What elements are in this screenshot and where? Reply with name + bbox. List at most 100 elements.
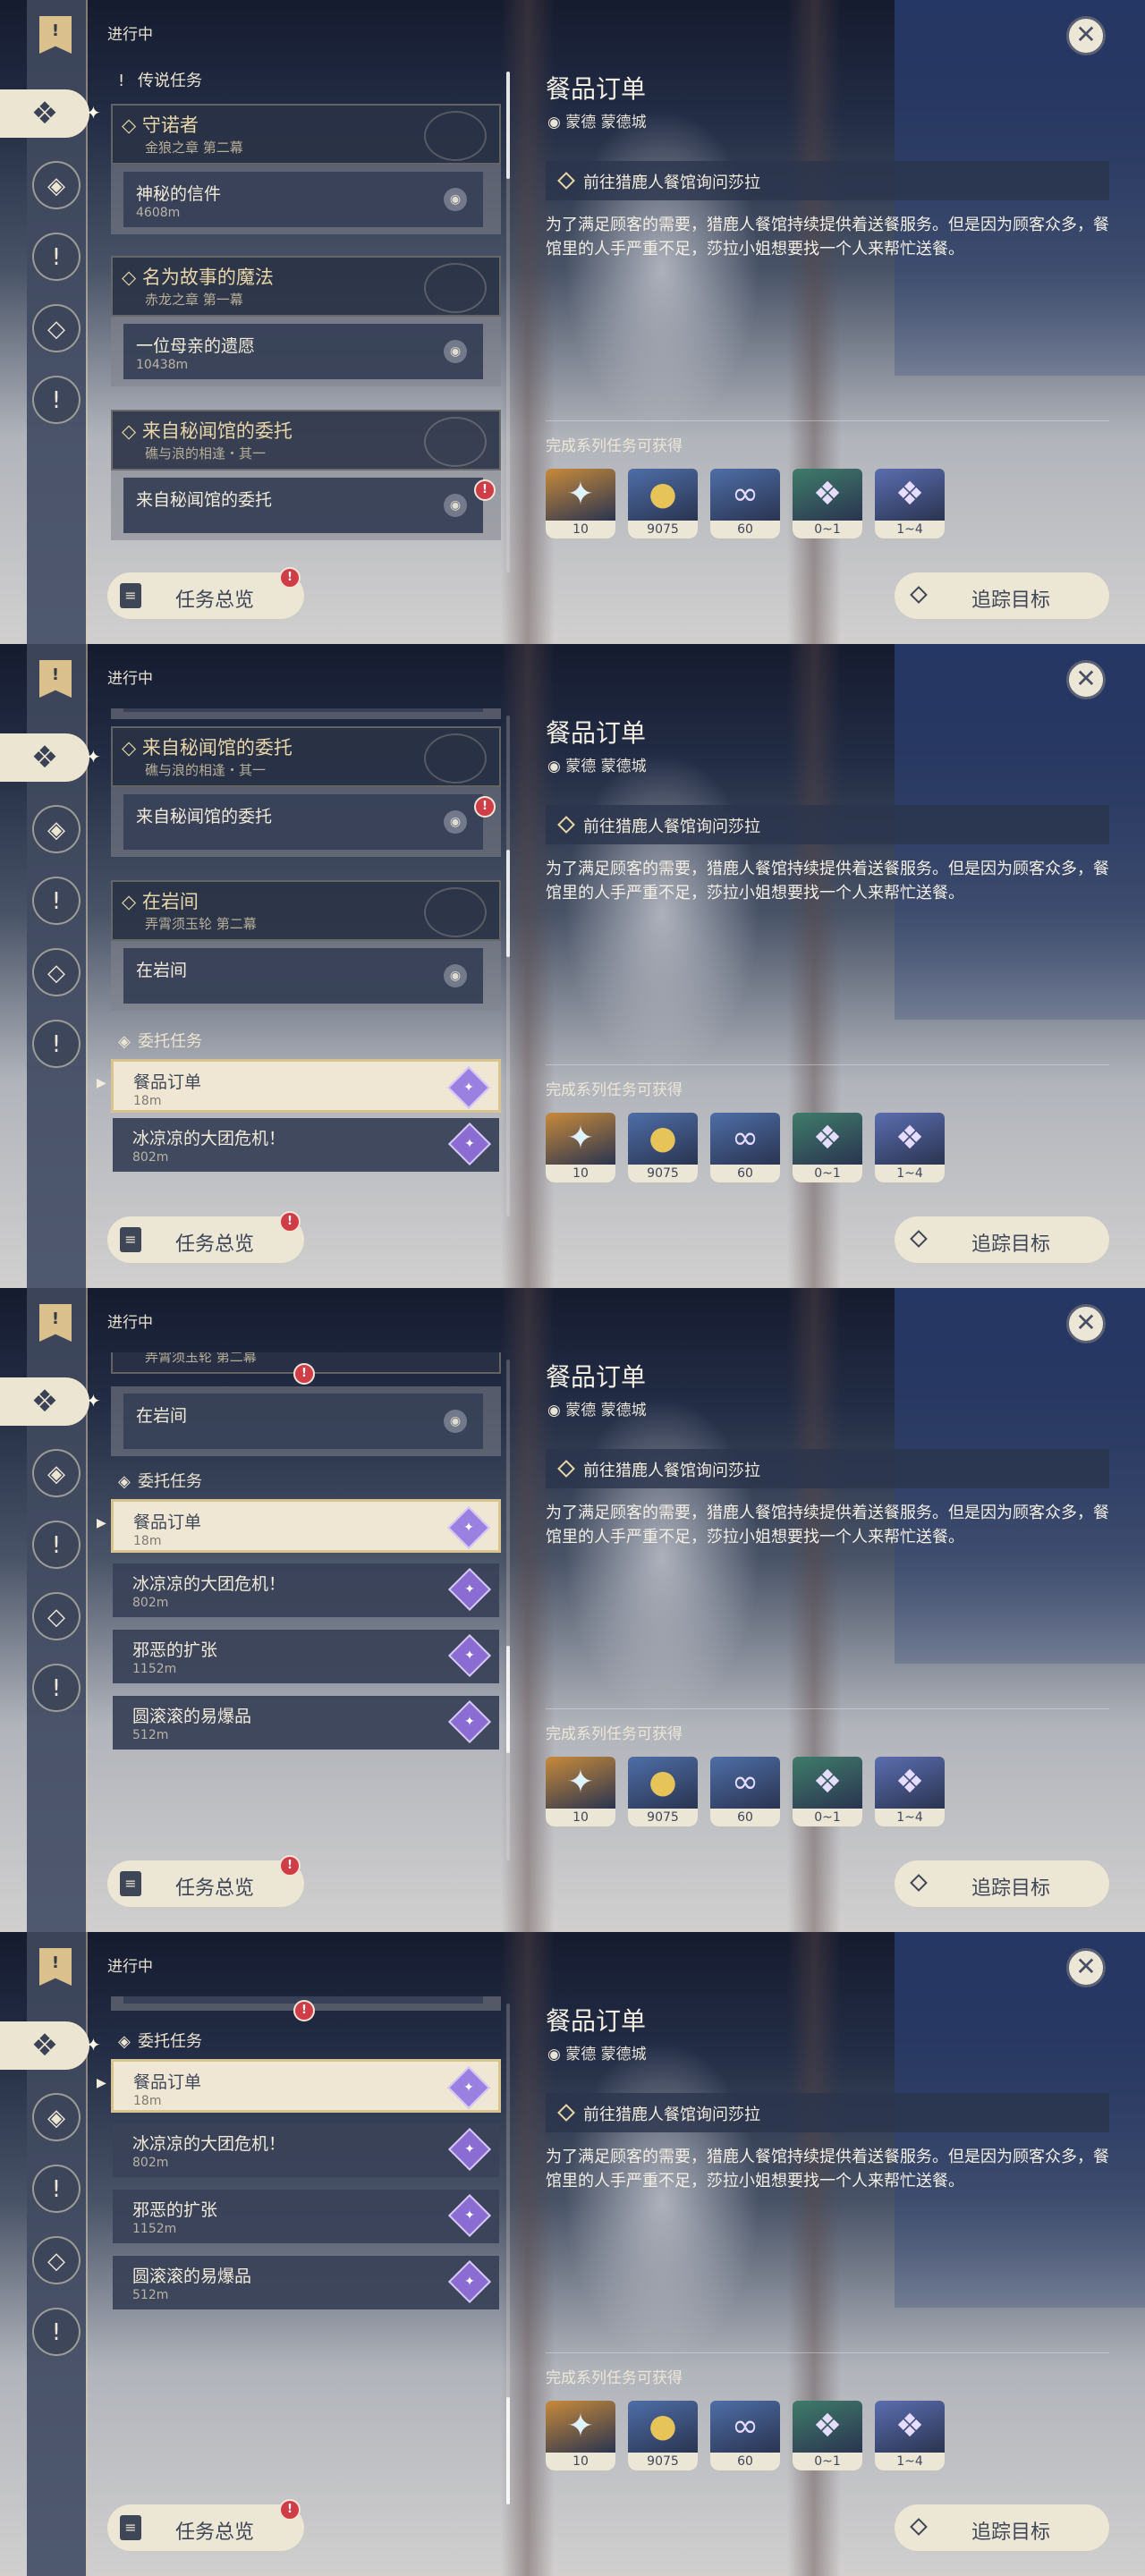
quest-item[interactable]: 来自秘闻馆的委托 ◉!	[111, 470, 501, 540]
chapter-card[interactable]: ◇ 来自秘闻馆的委托 礁与浪的相逢・其一	[111, 726, 501, 787]
track-diamond-icon	[910, 2518, 928, 2536]
nav-story-quests-icon[interactable]: !	[32, 2165, 81, 2213]
nav-world-quests-icon[interactable]: !	[32, 376, 81, 424]
map-pin-icon[interactable]: ◉	[444, 340, 467, 363]
reward-item[interactable]: ❖ 1~4	[875, 1113, 945, 1182]
chapter-card[interactable]: ◇ 在岩间 弄霄须玉轮 第二幕	[111, 880, 501, 941]
nav-story-quests-icon[interactable]: !	[32, 1521, 81, 1569]
quest-overview-button[interactable]: ≡ 任务总览!	[107, 1211, 304, 1263]
nav-commissions-icon[interactable]: ◇	[32, 1592, 81, 1640]
nav-commissions-icon[interactable]: ◇	[32, 2236, 81, 2284]
map-pin-icon[interactable]: ◉	[444, 494, 467, 517]
nav-archon-quests-icon[interactable]: ◈	[32, 1449, 81, 1497]
nav-world-quests-icon[interactable]: !	[32, 2308, 81, 2356]
nav-commissions-icon[interactable]: ◇	[32, 948, 81, 996]
commission-item[interactable]: 冰凉凉的大团危机！ 802m ✦	[113, 1563, 499, 1617]
quest-item[interactable]: 一位母亲的遗愿 10438m ◉	[111, 317, 501, 386]
commission-item[interactable]: 圆滚滚的易爆品 512m ✦	[113, 2256, 499, 2309]
nav-all-quests-icon[interactable]: ❖	[0, 2021, 89, 2070]
scroll-thumb[interactable]	[506, 72, 510, 179]
nav-all-quests-icon[interactable]: ❖	[0, 733, 89, 782]
scrollbar[interactable]	[506, 1360, 510, 1860]
chapter-card[interactable]: ◇ 来自秘闻馆的委托 礁与浪的相逢・其一	[111, 410, 501, 470]
reward-item[interactable]: ∞ 60	[710, 2401, 780, 2470]
reward-item[interactable]: ✦ 10	[546, 1757, 615, 1826]
reward-item[interactable]: ● 9075	[628, 1113, 698, 1182]
reward-item[interactable]: ❖ 1~4	[875, 2401, 945, 2470]
commission-item[interactable]: 邪恶的扩张 1152m ✦	[113, 1630, 499, 1683]
section-title: 进行中	[107, 670, 153, 688]
nav-all-quests-icon[interactable]: ❖	[0, 89, 89, 138]
reward-item[interactable]: ❖ 0~1	[793, 469, 862, 538]
quest-list[interactable]: ! 传说任务 ◇ 守诺者 金狼之章 第二幕 神秘的信件 4608m ◉ ◇ 名为故事的魔…	[106, 64, 508, 592]
commission-gem-icon: ✦	[447, 2127, 492, 2172]
quest-overview-button[interactable]: ≡ 任务总览!	[107, 567, 304, 619]
track-target-button[interactable]: 追踪目标	[895, 1216, 1109, 1263]
commission-item-selected[interactable]: 餐品订单 18m ✦	[111, 1059, 501, 1113]
close-button[interactable]: ✕	[1066, 16, 1106, 55]
reward-item[interactable]: ❖ 1~4	[875, 1757, 945, 1826]
map-pin-icon[interactable]: ◉	[444, 810, 467, 834]
reward-item[interactable]: ∞ 60	[710, 1113, 780, 1182]
nav-story-quests-icon[interactable]: !	[32, 233, 81, 281]
quest-list[interactable]: 弄霄须玉轮 第二幕 ! 在岩间 ◉ ◈ 委托任务 餐品订单 18m ✦ 冰凉凉的大团危机…	[106, 1352, 508, 1880]
reward-item[interactable]: ∞ 60	[710, 469, 780, 538]
nav-world-quests-icon[interactable]: !	[32, 1664, 81, 1712]
quest-item[interactable]: 在岩间 ◉	[111, 1386, 501, 1456]
quest-overview-button[interactable]: ≡ 任务总览!	[107, 1855, 304, 1907]
nav-all-quests-icon[interactable]: ❖	[0, 1377, 89, 1426]
reward-item[interactable]: ❖ 0~1	[793, 1113, 862, 1182]
scrollbar[interactable]	[506, 716, 510, 1216]
quest-book-icon: ≡	[120, 583, 141, 608]
map-pin-icon[interactable]: ◉	[444, 1410, 467, 1433]
scrollbar[interactable]	[506, 72, 510, 572]
reward-item[interactable]: ✦ 10	[546, 2401, 615, 2470]
commission-item-selected[interactable]: 餐品订单 18m ✦	[111, 2059, 501, 2113]
quest-list[interactable]: 10438m ◇ 来自秘闻馆的委托礁与浪的相逢・其一 来自秘闻馆的委托◉! ◇ …	[106, 708, 508, 1236]
reward-item[interactable]: ❖ 1~4	[875, 469, 945, 538]
nav-archon-quests-icon[interactable]: ◈	[32, 805, 81, 853]
quest-list[interactable]: ! ◈ 委托任务 餐品订单 18m ✦ 冰凉凉的大团危机！ 802m ✦ 邪恶的扩张 115…	[106, 1996, 508, 2524]
map-pin-icon[interactable]: ◉	[444, 964, 467, 987]
close-button[interactable]: ✕	[1066, 1304, 1106, 1343]
commission-item-selected[interactable]: 餐品订单 18m ✦	[111, 1499, 501, 1553]
chapter-card[interactable]: ◇ 守诺者 金狼之章 第二幕	[111, 104, 501, 165]
reward-item[interactable]: ● 9075	[628, 2401, 698, 2470]
reward-item[interactable]: ❖ 0~1	[793, 1757, 862, 1826]
reward-item[interactable]: ● 9075	[628, 1757, 698, 1826]
quest-item[interactable]: 10438m	[111, 708, 501, 719]
scrollbar[interactable]	[506, 2004, 510, 2504]
commission-item[interactable]: 冰凉凉的大团危机！ 802m ✦	[113, 2123, 499, 2177]
reward-item[interactable]: ∞ 60	[710, 1757, 780, 1826]
quest-overview-button[interactable]: ≡ 任务总览!	[107, 2499, 304, 2551]
chapter-card[interactable]: ◇ 名为故事的魔法 赤龙之章 第一幕	[111, 256, 501, 317]
track-target-button[interactable]: 追踪目标	[895, 1860, 1109, 1907]
nav-archon-quests-icon[interactable]: ◈	[32, 161, 81, 209]
reward-item[interactable]: ● 9075	[628, 469, 698, 538]
close-button[interactable]: ✕	[1066, 660, 1106, 699]
commission-gem-icon: ✦	[446, 1065, 491, 1110]
reward-item[interactable]: ✦ 10	[546, 1113, 615, 1182]
track-target-button[interactable]: 追踪目标	[895, 572, 1109, 619]
quest-item[interactable]: 神秘的信件 4608m ◉	[111, 165, 501, 234]
scroll-thumb[interactable]	[506, 850, 510, 957]
nav-story-quests-icon[interactable]: !	[32, 877, 81, 925]
scroll-thumb[interactable]	[506, 2397, 510, 2504]
commission-item[interactable]: 邪恶的扩张 1152m ✦	[113, 2190, 499, 2243]
quest-description: 为了满足顾客的需要，猎鹿人餐馆持续提供着送餐服务。但是因为顾客众多，餐馆里的人手…	[546, 216, 1109, 258]
quest-location: ◉ 蒙德 蒙德城	[547, 2046, 647, 2063]
nav-archon-quests-icon[interactable]: ◈	[32, 2093, 81, 2141]
map-pin-icon[interactable]: ◉	[444, 188, 467, 211]
track-target-button[interactable]: 追踪目标	[895, 2504, 1109, 2551]
quest-item[interactable]: 在岩间 ◉	[111, 941, 501, 1011]
location-pin-icon: ◉	[547, 758, 561, 775]
reward-item[interactable]: ❖ 0~1	[793, 2401, 862, 2470]
close-button[interactable]: ✕	[1066, 1948, 1106, 1987]
nav-world-quests-icon[interactable]: !	[32, 1020, 81, 1068]
scroll-thumb[interactable]	[506, 1646, 510, 1753]
commission-item[interactable]: 圆滚滚的易爆品 512m ✦	[113, 1696, 499, 1750]
nav-commissions-icon[interactable]: ◇	[32, 304, 81, 352]
quest-item[interactable]: 来自秘闻馆的委托 ◉!	[111, 787, 501, 857]
commission-item[interactable]: 冰凉凉的大团危机！ 802m ✦	[113, 1118, 499, 1172]
reward-item[interactable]: ✦ 10	[546, 469, 615, 538]
